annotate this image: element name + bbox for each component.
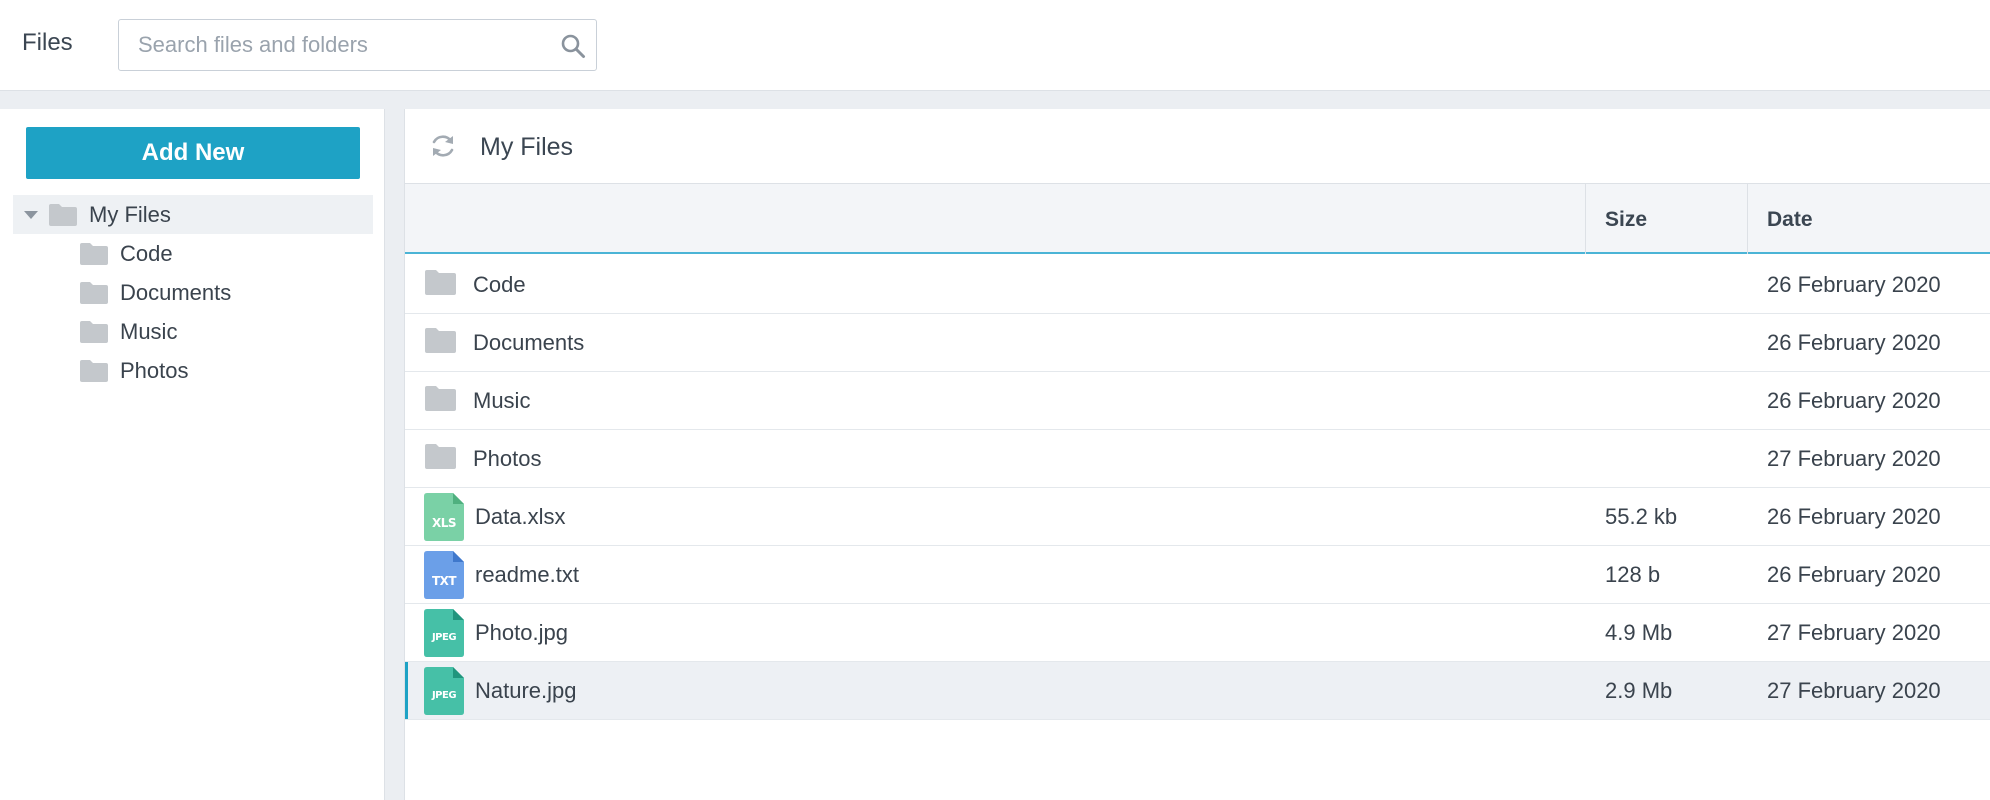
folder-icon [425, 444, 456, 469]
tree-item-label: Photos [120, 357, 189, 383]
row-name: Photos [473, 446, 542, 471]
app-title: Files [22, 29, 73, 56]
row-name: Documents [473, 330, 585, 355]
row-date: 26 February 2020 [1767, 388, 1941, 413]
row-size: 128 b [1605, 562, 1661, 587]
row-date: 26 February 2020 [1767, 504, 1941, 529]
search-input[interactable] [138, 20, 538, 70]
table-row[interactable]: Documents 26 February 2020 [405, 314, 1990, 372]
jpeg-file-icon: JPEG [424, 609, 464, 657]
row-size: 4.9 Mb [1605, 620, 1673, 645]
row-date: 27 February 2020 [1767, 620, 1941, 645]
folder-icon [49, 203, 77, 226]
sidebar: Add New My Files Code Documents Music Ph… [0, 109, 385, 800]
table-row[interactable]: XLS Data.xlsx 55.2 kb 26 February 2020 [405, 488, 1990, 546]
tree-item-music[interactable]: Music [79, 312, 177, 351]
folder-icon [425, 270, 456, 295]
row-name: Photo.jpg [475, 620, 568, 645]
row-date: 26 February 2020 [1767, 272, 1941, 297]
table-row-selected[interactable]: JPEG Nature.jpg 2.9 Mb 27 February 2020 [405, 662, 1990, 720]
row-name: Code [473, 272, 526, 297]
tree-item-documents[interactable]: Documents [79, 273, 231, 312]
folder-icon [425, 386, 456, 411]
table-row[interactable]: Code 26 February 2020 [405, 256, 1990, 314]
refresh-icon[interactable] [429, 132, 457, 160]
folder-icon [80, 242, 108, 265]
file-type-label: JPEG [431, 690, 457, 701]
table-row[interactable]: Music 26 February 2020 [405, 372, 1990, 430]
row-date: 26 February 2020 [1767, 330, 1941, 355]
row-name: Data.xlsx [475, 504, 566, 529]
row-date: 26 February 2020 [1767, 562, 1941, 587]
main-panel: My Files Size Date Code 26 February 2020… [404, 109, 1990, 800]
row-name: readme.txt [475, 562, 579, 587]
top-bar: Files [0, 0, 1990, 91]
row-date: 27 February 2020 [1767, 678, 1941, 703]
table-row[interactable]: Photos 27 February 2020 [405, 430, 1990, 488]
tree-item-photos[interactable]: Photos [79, 351, 189, 390]
add-new-button[interactable]: Add New [26, 127, 360, 179]
txt-file-icon: TXT [424, 551, 464, 599]
file-type-label: TXT [431, 574, 457, 588]
main-header: My Files [405, 109, 1990, 184]
row-name: Music [473, 388, 531, 413]
table-header: Size Date [405, 184, 1990, 254]
search-box[interactable] [118, 19, 597, 71]
tree-item-my-files[interactable]: My Files [24, 195, 171, 234]
xls-file-icon: XLS [424, 493, 464, 541]
folder-icon [80, 359, 108, 382]
page-title: My Files [480, 133, 574, 161]
tree-item-code[interactable]: Code [79, 234, 173, 273]
column-header-date[interactable]: Date [1767, 208, 1813, 232]
folder-icon [425, 328, 456, 353]
table-row[interactable]: JPEG Photo.jpg 4.9 Mb 27 February 2020 [405, 604, 1990, 662]
tree-item-label: Code [120, 240, 173, 266]
folder-icon [80, 320, 108, 343]
row-name: Nature.jpg [475, 678, 577, 703]
tree-item-label: My Files [89, 201, 171, 227]
jpeg-file-icon: JPEG [424, 667, 464, 715]
row-size: 2.9 Mb [1605, 678, 1673, 703]
tree-item-label: Documents [120, 279, 232, 305]
column-divider[interactable] [1747, 184, 1748, 254]
file-type-label: XLS [431, 516, 457, 530]
column-divider[interactable] [1585, 184, 1586, 254]
column-header-size[interactable]: Size [1605, 208, 1647, 232]
table-row[interactable]: TXT readme.txt 128 b 26 February 2020 [405, 546, 1990, 604]
caret-down-icon[interactable] [24, 210, 38, 219]
row-size: 55.2 kb [1605, 504, 1678, 529]
folder-icon [80, 281, 108, 304]
tree-item-label: Music [120, 318, 178, 344]
file-type-label: JPEG [431, 632, 457, 643]
row-date: 27 February 2020 [1767, 446, 1941, 471]
search-icon[interactable] [560, 33, 586, 59]
